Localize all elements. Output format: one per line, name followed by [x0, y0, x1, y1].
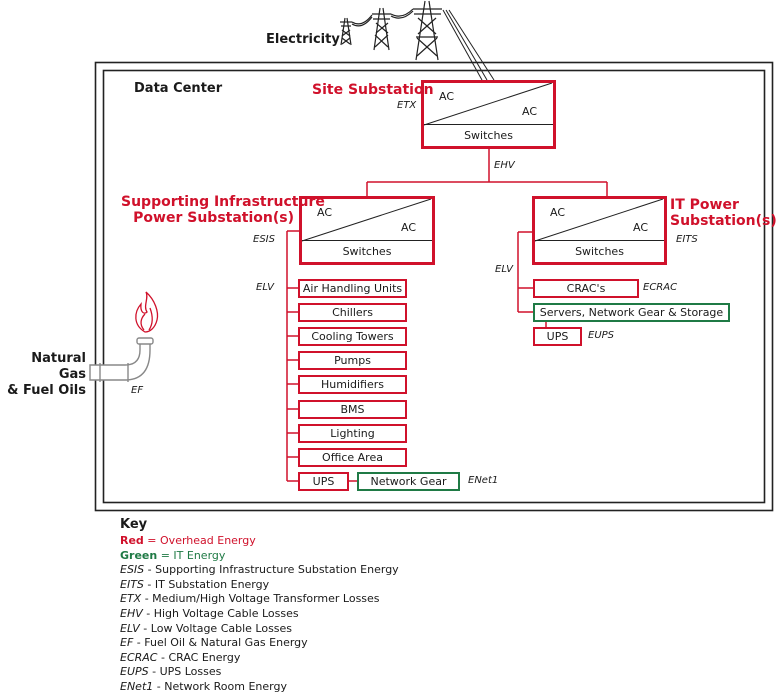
- gas-pipe-icon: [89, 337, 154, 382]
- load-lighting[interactable]: Lighting: [298, 424, 407, 443]
- key-entry: ELV - Low Voltage Cable Losses: [120, 622, 399, 637]
- key-green-desc: = IT Energy: [157, 548, 226, 562]
- supporting-elv-label: ELV: [256, 282, 275, 293]
- key-abbr: ELV: [120, 621, 140, 635]
- key-desc: - Low Voltage Cable Losses: [139, 621, 293, 635]
- key-desc: - CRAC Energy: [157, 650, 241, 664]
- load-cooling-towers[interactable]: Cooling Towers: [298, 327, 407, 346]
- key-legend: Key Red = Overhead Energy Green = IT Ene…: [120, 517, 399, 695]
- key-entry: EITS - IT Substation Energy: [120, 578, 399, 593]
- key-abbr: ETX: [120, 592, 142, 606]
- ef-label: EF: [131, 385, 144, 396]
- key-entry: EUPS - UPS Losses: [120, 665, 399, 680]
- load-chillers[interactable]: Chillers: [298, 303, 407, 322]
- key-entry: EHV - High Voltage Cable Losses: [120, 607, 399, 622]
- supporting-substation-title-line1: Supporting Infrastructure: [121, 194, 325, 210]
- key-entry: ETX - Medium/High Voltage Transformer Lo…: [120, 592, 399, 607]
- natural-gas-label-line1: Natural Gas: [31, 351, 86, 382]
- flame-icon: [135, 291, 159, 333]
- it-elv-label: ELV: [495, 264, 514, 275]
- it-substation-title-line1: IT Power: [670, 197, 739, 213]
- key-green-word: Green: [120, 548, 158, 562]
- switches-label: Switches: [424, 124, 553, 146]
- eups-label: EUPS: [588, 330, 615, 341]
- ac-output-label: AC: [400, 221, 416, 234]
- data-center-title: Data Center: [134, 81, 223, 96]
- it-substation-title: IT Power Substation(s): [670, 197, 777, 229]
- switches-label: Switches: [535, 240, 664, 262]
- it-substation-box[interactable]: AC AC Switches: [532, 196, 667, 265]
- ehv-cable: [366, 148, 608, 196]
- electricity-label: Electricity: [266, 32, 340, 47]
- key-abbr: EITS: [120, 577, 144, 591]
- key-abbr: EF: [120, 636, 134, 650]
- load-ups[interactable]: UPS: [298, 472, 349, 491]
- load-air-handling-units[interactable]: Air Handling Units: [298, 279, 407, 298]
- enet1-label: ENet1: [468, 475, 499, 486]
- load-it-ups[interactable]: UPS: [533, 327, 582, 346]
- key-desc: - IT Substation Energy: [143, 577, 270, 591]
- key-abbr: ECRAC: [120, 650, 158, 664]
- supporting-substation-title: Supporting Infrastructure Power Substati…: [121, 194, 325, 226]
- eits-label: EITS: [676, 234, 698, 245]
- key-abbr: EHV: [120, 606, 143, 620]
- key-desc: - Medium/High Voltage Transformer Losses: [141, 592, 380, 606]
- key-desc: - UPS Losses: [148, 665, 222, 679]
- load-humidifiers[interactable]: Humidifiers: [298, 375, 407, 394]
- load-crac[interactable]: CRAC's: [533, 279, 639, 298]
- key-abbr: ENet1: [120, 679, 154, 693]
- ac-input-label: AC: [317, 206, 333, 219]
- load-network-gear[interactable]: Network Gear: [357, 472, 460, 491]
- transmission-tower-icon: [340, 0, 442, 61]
- key-desc: - Network Room Energy: [153, 679, 287, 693]
- ac-output-label: AC: [632, 221, 648, 234]
- key-title: Key: [120, 517, 148, 532]
- key-red-entry: Red = Overhead Energy: [120, 534, 399, 549]
- ecrac-label: ECRAC: [643, 282, 678, 293]
- key-desc: - Supporting Infrastructure Substation E…: [144, 563, 399, 577]
- load-bms[interactable]: BMS: [298, 400, 407, 419]
- natural-gas-label-line2: & Fuel Oils: [7, 383, 86, 398]
- key-entry: ENet1 - Network Room Energy: [120, 680, 399, 695]
- load-pumps[interactable]: Pumps: [298, 351, 407, 370]
- site-substation-title: Site Substation: [312, 82, 434, 98]
- key-entry: ESIS - Supporting Infrastructure Substat…: [120, 563, 399, 578]
- load-servers-network-storage[interactable]: Servers, Network Gear & Storage: [533, 303, 730, 322]
- key-abbr: EUPS: [120, 665, 149, 679]
- esis-label: ESIS: [253, 234, 275, 245]
- etx-label: ETX: [397, 100, 417, 111]
- it-substation-title-line2: Substation(s): [670, 213, 777, 229]
- key-entry: ECRAC - CRAC Energy: [120, 651, 399, 666]
- ac-output-label: AC: [521, 105, 537, 118]
- key-red-desc: = Overhead Energy: [143, 534, 256, 547]
- ac-input-label: AC: [439, 90, 455, 103]
- key-entry: EF - Fuel Oil & Natural Gas Energy: [120, 636, 399, 651]
- ac-input-label: AC: [550, 206, 566, 219]
- load-office-area[interactable]: Office Area: [298, 448, 407, 467]
- key-green-entry: Green = IT Energy: [120, 549, 399, 564]
- supporting-substation-title-line2: Power Substation(s): [133, 210, 294, 226]
- natural-gas-label: Natural Gas & Fuel Oils: [4, 351, 86, 399]
- key-red-word: Red: [120, 534, 144, 547]
- supporting-substation-box[interactable]: AC AC Switches: [299, 196, 435, 265]
- site-substation-box[interactable]: AC AC Switches: [421, 80, 556, 149]
- key-desc: - High Voltage Cable Losses: [142, 606, 299, 620]
- key-desc: - Fuel Oil & Natural Gas Energy: [133, 636, 308, 650]
- switches-label: Switches: [302, 240, 432, 262]
- ehv-label: EHV: [494, 160, 515, 171]
- key-abbr: ESIS: [120, 563, 145, 577]
- power-feed-lines: [442, 9, 495, 81]
